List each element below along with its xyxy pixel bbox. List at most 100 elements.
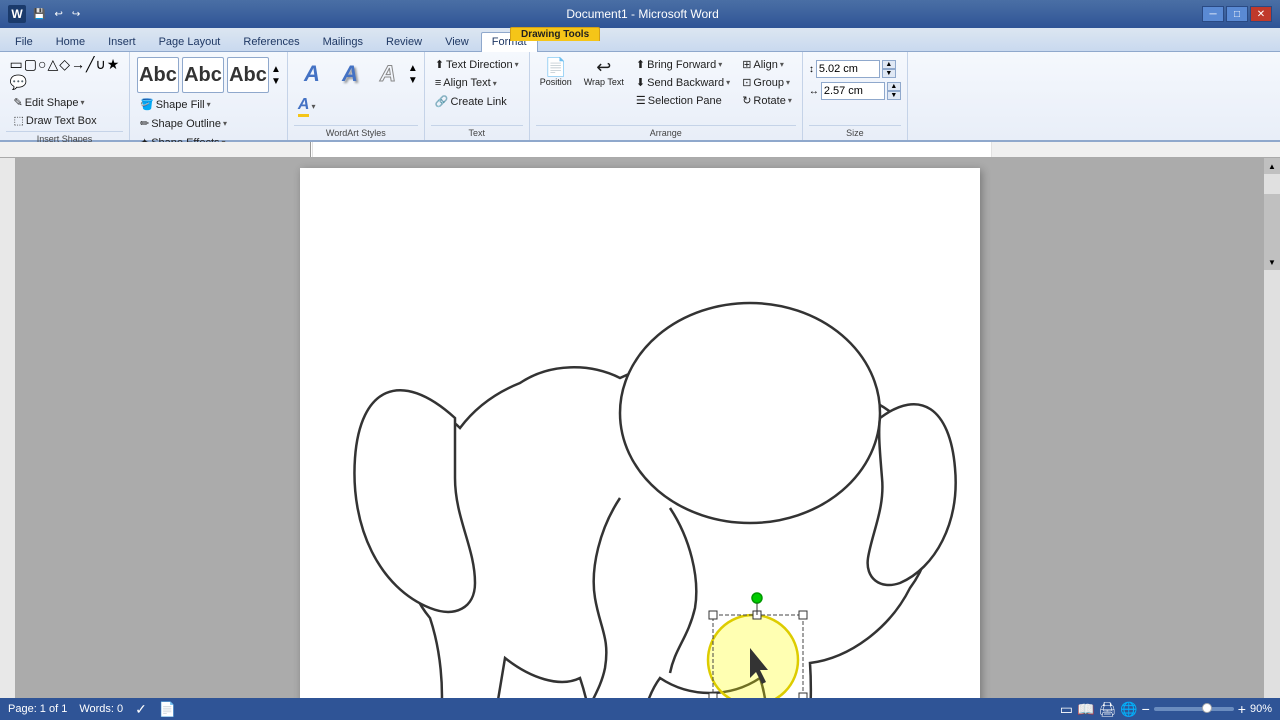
height-down[interactable]: ▼ xyxy=(882,69,896,78)
curve-shape[interactable]: ∪ xyxy=(95,56,105,73)
abc-style-2[interactable]: Abc xyxy=(182,57,224,93)
close-button[interactable]: ✕ xyxy=(1250,6,1272,22)
tab-view[interactable]: View xyxy=(434,32,480,51)
tab-page-layout[interactable]: Page Layout xyxy=(148,32,232,51)
abc-style-1[interactable]: Abc xyxy=(137,57,179,93)
wordart-plain[interactable]: A xyxy=(294,56,330,92)
align-text-button[interactable]: ≡ Align Text ▾ xyxy=(431,75,523,91)
text-direction-button[interactable]: ⬆ Text Direction ▾ xyxy=(431,56,523,73)
rotate-button[interactable]: ↻ Rotate ▾ xyxy=(738,92,796,109)
minimize-button[interactable]: ─ xyxy=(1202,6,1224,22)
canvas-area xyxy=(16,158,1264,698)
tab-mailings[interactable]: Mailings xyxy=(312,32,374,51)
tab-references[interactable]: References xyxy=(232,32,310,51)
view-print[interactable]: 🖨 xyxy=(1098,701,1116,718)
edit-shape-dropdown[interactable]: ▾ xyxy=(81,98,85,107)
arrange-content: 📄 Position ↩ Wrap Text ⬆ Bring Forward ▾ xyxy=(536,56,796,123)
status-bar: Page: 1 of 1 Words: 0 ✓ 📄 ▭ 📖 🖨 🌐 − + 90… xyxy=(0,698,1280,720)
restore-button[interactable]: □ xyxy=(1226,6,1248,22)
size-content: ↕ 5.02 cm ▲ ▼ ↔ 2.57 cm ▲ xyxy=(809,56,901,123)
shape-styles-up[interactable]: ▲ xyxy=(271,64,281,75)
align-text-dropdown[interactable]: ▾ xyxy=(493,79,497,88)
width-up[interactable]: ▲ xyxy=(887,82,901,91)
arrow-shape[interactable]: → xyxy=(71,56,85,73)
circle-shape[interactable]: ○ xyxy=(38,56,46,73)
position-button[interactable]: 📄 Position xyxy=(536,56,576,89)
align-dropdown[interactable]: ▾ xyxy=(780,60,784,69)
rotate-icon: ↻ xyxy=(742,94,751,107)
align-button[interactable]: ⊞ Align ▾ xyxy=(738,56,796,73)
bring-forward-dropdown[interactable]: ▾ xyxy=(718,60,722,69)
zoom-thumb[interactable] xyxy=(1202,703,1212,713)
height-field[interactable]: 5.02 cm xyxy=(816,60,880,78)
wordart-styles-group: A A A ▲ ▼ A ▾ WordArt Styles xyxy=(288,52,425,140)
zoom-out-button[interactable]: − xyxy=(1142,701,1150,717)
width-field[interactable]: 2.57 cm xyxy=(821,82,885,100)
undo-quick-btn[interactable]: ↩ xyxy=(51,8,65,21)
redo-quick-btn[interactable]: ↪ xyxy=(69,8,83,21)
text-direction-dropdown[interactable]: ▾ xyxy=(515,60,519,69)
save-quick-btn[interactable]: 💾 xyxy=(30,8,48,21)
abc-style-3[interactable]: Abc xyxy=(227,57,269,93)
title-bar-left: W 💾 ↩ ↪ xyxy=(8,5,83,23)
proofing-icon[interactable]: ✓ xyxy=(135,701,147,718)
drawing-canvas xyxy=(300,168,980,698)
arrange-group: 📄 Position ↩ Wrap Text ⬆ Bring Forward ▾ xyxy=(530,52,803,140)
wordart-down[interactable]: ▼ xyxy=(408,75,418,86)
tab-insert[interactable]: Insert xyxy=(97,32,147,51)
wordart-outline[interactable]: A xyxy=(370,56,406,92)
send-backward-dropdown[interactable]: ▾ xyxy=(726,78,730,87)
text-fill-dropdown[interactable]: ▾ xyxy=(311,102,315,111)
view-web[interactable]: 🌐 xyxy=(1120,701,1137,718)
wordart-up[interactable]: ▲ xyxy=(408,63,418,74)
scroll-thumb[interactable] xyxy=(1264,194,1280,254)
rotate-dropdown[interactable]: ▾ xyxy=(788,96,792,105)
left-ruler xyxy=(0,158,16,698)
page-view-icon[interactable]: 📄 xyxy=(159,701,176,718)
draw-text-box-button[interactable]: ⬚ Draw Text Box xyxy=(10,112,120,129)
group-button[interactable]: ⊡ Group ▾ xyxy=(738,74,796,91)
shape-styles-down[interactable]: ▼ xyxy=(271,76,281,87)
position-icon: 📄 xyxy=(544,58,566,76)
wordart-shadow[interactable]: A xyxy=(332,56,368,92)
send-backward-button[interactable]: ⬇ Send Backward ▾ xyxy=(632,74,734,91)
shape-fill-button[interactable]: 🪣 Shape Fill ▾ xyxy=(136,96,281,113)
diamond-shape[interactable]: ◇ xyxy=(59,56,70,73)
star-shape[interactable]: ★ xyxy=(107,56,120,73)
tab-home[interactable]: Home xyxy=(45,32,96,51)
width-label: ↔ xyxy=(809,86,819,97)
triangle-shape[interactable]: △ xyxy=(47,56,58,73)
rect-shape[interactable]: ▭ xyxy=(10,56,23,73)
edit-shape-button[interactable]: ✎ Edit Shape ▾ xyxy=(10,94,89,111)
tab-review[interactable]: Review xyxy=(375,32,433,51)
bring-forward-button[interactable]: ⬆ Bring Forward ▾ xyxy=(632,56,734,73)
selection-pane-button[interactable]: ☰ Selection Pane xyxy=(632,92,734,109)
width-down[interactable]: ▼ xyxy=(887,91,901,100)
scroll-up[interactable]: ▲ xyxy=(1264,158,1280,174)
shape-outline-dropdown[interactable]: ▾ xyxy=(223,119,227,128)
zoom-slider[interactable] xyxy=(1154,707,1234,711)
create-link-button[interactable]: 🔗 Create Link xyxy=(431,93,523,110)
zoom-in-button[interactable]: + xyxy=(1238,701,1246,717)
wordart-content: A A A ▲ ▼ A ▾ xyxy=(294,56,418,123)
shape-outline-button[interactable]: ✏ Shape Outline ▾ xyxy=(136,115,281,132)
right-scrollbar[interactable]: ▲ ▼ xyxy=(1264,158,1280,698)
text-fill-button[interactable]: A ▾ xyxy=(294,94,418,119)
align-text-icon: ≡ xyxy=(435,77,441,89)
width-spinner: ▲ ▼ xyxy=(887,82,901,100)
line-shape[interactable]: ╱ xyxy=(86,56,94,73)
shape-styles-content: Abc Abc Abc ▲ ▼ 🪣 Shape Fill ▾ ✏ Shape O… xyxy=(136,56,281,151)
ribbon: ▭ ▢ ○ △ ◇ → ╱ ∪ ★ 💬 ✎ Edit Shape ▾ xyxy=(0,52,1280,142)
scroll-down[interactable]: ▼ xyxy=(1264,254,1280,270)
view-reader[interactable]: 📖 xyxy=(1077,701,1094,718)
scroll-track[interactable] xyxy=(1264,194,1280,254)
group-dropdown[interactable]: ▾ xyxy=(786,78,790,87)
arrange-group-label: Arrange xyxy=(536,125,796,138)
callout-shape[interactable]: 💬 xyxy=(10,74,27,91)
view-normal[interactable]: ▭ xyxy=(1060,701,1073,718)
height-up[interactable]: ▲ xyxy=(882,60,896,69)
tab-file[interactable]: File xyxy=(4,32,44,51)
rounded-rect-shape[interactable]: ▢ xyxy=(24,56,37,73)
shape-fill-dropdown[interactable]: ▾ xyxy=(207,100,211,109)
wrap-text-button[interactable]: ↩ Wrap Text xyxy=(580,56,628,89)
